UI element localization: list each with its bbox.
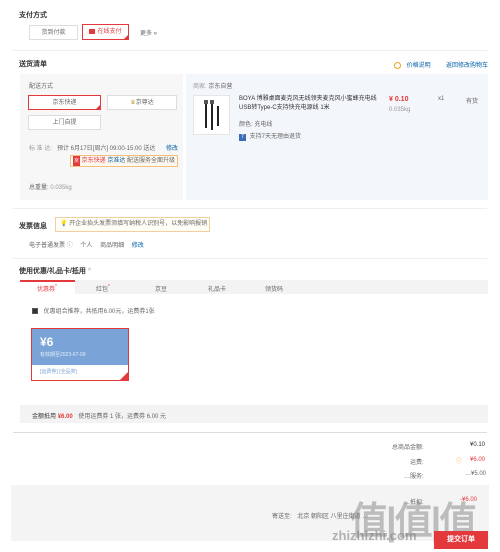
jingzunda-option[interactable]: ♛京尊达 — [107, 95, 177, 110]
tab-redeem-code[interactable]: 领货码 — [265, 284, 283, 293]
product-stock: 有货 — [466, 99, 479, 105]
submit-order-button[interactable]: 提交订单 — [434, 531, 488, 549]
tag-text: 京东快递 — [81, 158, 106, 164]
return-icon: 7 — [239, 134, 246, 141]
product-weight: 0.035kg — [389, 107, 411, 113]
address-prefix: 寄送至: — [272, 514, 292, 520]
delivery-upgrade-tag: 京 京东快递 京准达 配送服务全面升级 — [70, 155, 178, 167]
spec-value: 充电线 — [254, 122, 273, 128]
return-text: 支持7天无理由退货 — [249, 134, 302, 140]
coupon-card[interactable]: ¥6 有效期至2023-07-09 [运费券] [全品类] — [31, 328, 129, 381]
question-icon: ⓘ — [66, 243, 73, 249]
invoice-detail: 商品明细 — [100, 243, 125, 249]
service-label: …服务: — [404, 474, 424, 480]
invoice-tip: 💡 开企业抬头发票须填写纳税人识别号，以免影响报销 — [55, 217, 210, 232]
product-price: ¥ 0.10 — [389, 96, 409, 103]
delivery-title: 送货清单 — [19, 61, 47, 68]
coupon-card-top: ¥6 有效期至2023-07-09 — [32, 329, 128, 365]
weight-value: 0.035kg — [50, 185, 72, 191]
schedule-label: 标 准 达: — [29, 146, 53, 152]
coupon-title-text: 使用优惠/礼品卡/抵用 — [19, 268, 86, 275]
cable-icon — [204, 100, 219, 130]
freight-info-icon[interactable]: ⓘ — [456, 456, 462, 465]
product-name[interactable]: BOYA 博雅桌面麦克风无线领夹麦克风小蜜蜂充电线USB转Type-C支持快充电… — [239, 95, 379, 113]
best-combo-checkbox[interactable] — [32, 308, 38, 315]
invoice-tip-text: 开企业抬头发票须填写纳税人识别号，以免影响报销 — [69, 221, 208, 227]
total-weight: 总重量: 0.035kg — [29, 182, 72, 191]
invoice-title: 发票信息 — [19, 223, 47, 230]
watermark-url: zhizhizhi.com — [332, 528, 417, 543]
tab-coupons-label: 优惠券 — [37, 287, 56, 293]
total-goods-label: 总商品金额: — [392, 445, 424, 451]
info-icon — [394, 61, 401, 69]
coupon-tags: [运费券] [全品类] — [40, 369, 77, 375]
jd-express-option[interactable]: 京东快递 — [28, 95, 101, 110]
spec-label: 颜色: — [239, 122, 253, 128]
chevron-up-icon: ^ — [87, 268, 92, 275]
coupon-summary: 金额抵用 ¥6.00 使用运费券 1 张，运费券 6.00 元 — [32, 411, 166, 420]
online-pay-label: 在线支付 — [97, 29, 122, 35]
self-pickup-option[interactable]: 上门自提 — [28, 115, 101, 130]
tab-red-packet[interactable]: 红包* — [96, 284, 110, 293]
schedule-modify-link[interactable]: 修改 — [166, 143, 178, 152]
product-spec: 颜色: 充电线 — [239, 119, 272, 128]
tag-link[interactable]: 京准达 — [107, 158, 125, 164]
seller-name: 京东自营 — [208, 84, 233, 90]
cod-option[interactable]: 货到付款 — [29, 25, 78, 40]
seller-label: 商家: — [193, 84, 207, 90]
total-goods-value: ¥0.10 — [470, 442, 486, 448]
service-value: …¥5.00 — [465, 471, 487, 477]
online-pay-icon — [89, 28, 96, 34]
tab-coupons[interactable]: 优惠券* — [37, 284, 57, 293]
coupon-section-title[interactable]: 使用优惠/礼品卡/抵用 ^ — [19, 266, 91, 276]
more-payment-link[interactable]: 更多 » — [140, 28, 157, 37]
tab-jd-beans[interactable]: 京豆 — [155, 284, 167, 293]
weight-label: 总重量: — [29, 185, 49, 191]
best-combo-row: 优惠组合推荐，共抵用6.00元，运费券1张 — [32, 306, 155, 315]
coupon-tab-bar — [20, 280, 488, 294]
invoice-edit-link[interactable]: 修改 — [132, 243, 144, 249]
tag-rest: 配送服务全面升级 — [127, 158, 176, 164]
price-info[interactable]: 价格说明 — [394, 60, 431, 69]
jd-badge: 京 — [73, 156, 80, 166]
coupon-selected-corner — [119, 371, 129, 381]
bulb-icon: 💡 — [60, 221, 68, 227]
summary-text: 使用运费券 1 张，运费券 6.00 元 — [78, 414, 167, 420]
online-pay-option[interactable]: 在线支付 — [82, 24, 129, 40]
invoice-person: 个人 — [80, 243, 93, 249]
freight-value: ¥6.00 — [470, 457, 486, 463]
product-panel — [186, 74, 488, 200]
price-explain-link[interactable]: 价格说明 — [407, 63, 431, 69]
jingzunda-label: 京尊达 — [135, 100, 154, 106]
schedule-text: 预计 6月17日[周六] 09:00-15:00 送达 — [57, 146, 156, 152]
return-policy: 7 支持7天无理由退货 — [239, 131, 301, 141]
coupon-valid: 有效期至2023-07-09 — [40, 352, 86, 358]
invoice-details: 电子普通发票 ⓘ 个人 商品明细 修改 — [29, 240, 144, 249]
payment-title: 支付方式 — [19, 12, 47, 19]
back-to-cart-link[interactable]: 返回修改购物车 — [446, 60, 488, 69]
tab-gift-card[interactable]: 礼品卡 — [208, 284, 226, 293]
summary-amount: ¥6.00 — [57, 414, 73, 420]
invoice-type: 电子普通发票 — [29, 243, 66, 249]
coupon-amount: ¥6 — [40, 335, 54, 349]
best-combo-text: 优惠组合推荐，共抵用6.00元，运费券1张 — [43, 309, 155, 315]
freight-label: 运费: — [410, 460, 424, 466]
summary-label: 金额抵用 — [32, 414, 57, 420]
product-image[interactable] — [193, 95, 230, 135]
product-qty: x1 — [438, 96, 445, 102]
tab-red-packet-label: 红包 — [96, 287, 109, 293]
shipping-method-label: 配送方式 — [29, 84, 54, 90]
seller: 商家: 京东自营 — [193, 81, 232, 90]
